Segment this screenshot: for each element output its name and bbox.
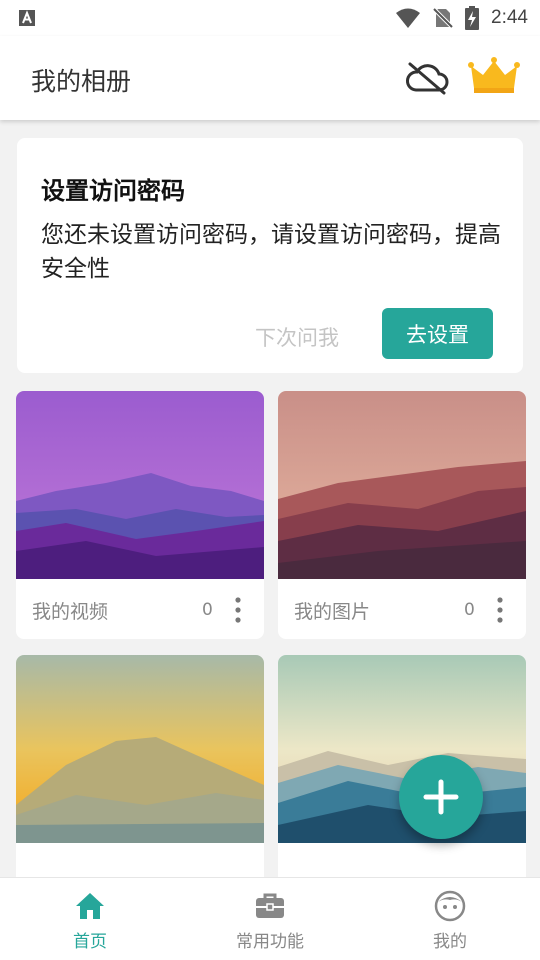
password-prompt-card: 设置访问密码 您还未设置访问密码，请设置访问密码，提高安全性 下次问我 去设置	[17, 138, 523, 373]
status-right: 2:44	[395, 0, 528, 36]
cloud-off-icon[interactable]	[404, 60, 450, 96]
status-time: 2:44	[491, 7, 528, 28]
album-count: 0	[202, 600, 213, 620]
album-card-videos[interactable]: 我的视频 0	[16, 391, 264, 639]
album-name: 我的图片	[294, 601, 371, 623]
wifi-icon	[396, 8, 421, 28]
more-vert-icon[interactable]	[230, 595, 246, 625]
more-vert-icon[interactable]	[492, 595, 508, 625]
nav-item-tools[interactable]: 常用功能	[180, 878, 360, 960]
album-cover-image	[278, 391, 526, 579]
a-box-icon	[19, 10, 35, 26]
album-card-pictures[interactable]: 我的图片 0	[278, 391, 526, 639]
plus-icon	[423, 779, 459, 815]
battery-charging-icon	[465, 6, 480, 30]
briefcase-icon	[256, 893, 284, 918]
album-cover-image	[16, 391, 264, 579]
add-album-button[interactable]	[399, 755, 483, 839]
home-icon	[76, 893, 104, 919]
nav-item-home[interactable]: 首页	[0, 878, 180, 960]
album-cover-image	[16, 655, 264, 843]
dialog-message: 您还未设置访问密码，请设置访问密码，提高安全性	[41, 222, 501, 282]
album-count: 0	[464, 600, 475, 620]
nav-label: 常用功能	[236, 932, 304, 952]
no-sim-icon	[433, 7, 454, 29]
status-bar: 2:44	[0, 0, 540, 36]
go-setup-button[interactable]: 去设置	[382, 308, 493, 359]
bottom-nav: 首页 常用功能 我的	[0, 877, 540, 960]
dialog-title: 设置访问密码	[41, 177, 185, 205]
nav-label: 首页	[73, 932, 107, 952]
face-icon	[434, 890, 466, 922]
nav-label: 我的	[433, 932, 467, 952]
crown-icon[interactable]	[468, 56, 520, 96]
page-title: 我的相册	[31, 67, 132, 96]
album-name: 我的视频	[32, 601, 109, 623]
ask-later-button[interactable]: 下次问我	[255, 322, 339, 352]
nav-item-mine[interactable]: 我的	[360, 878, 540, 960]
album-card[interactable]	[16, 655, 264, 903]
app-bar: 我的相册	[0, 36, 540, 120]
